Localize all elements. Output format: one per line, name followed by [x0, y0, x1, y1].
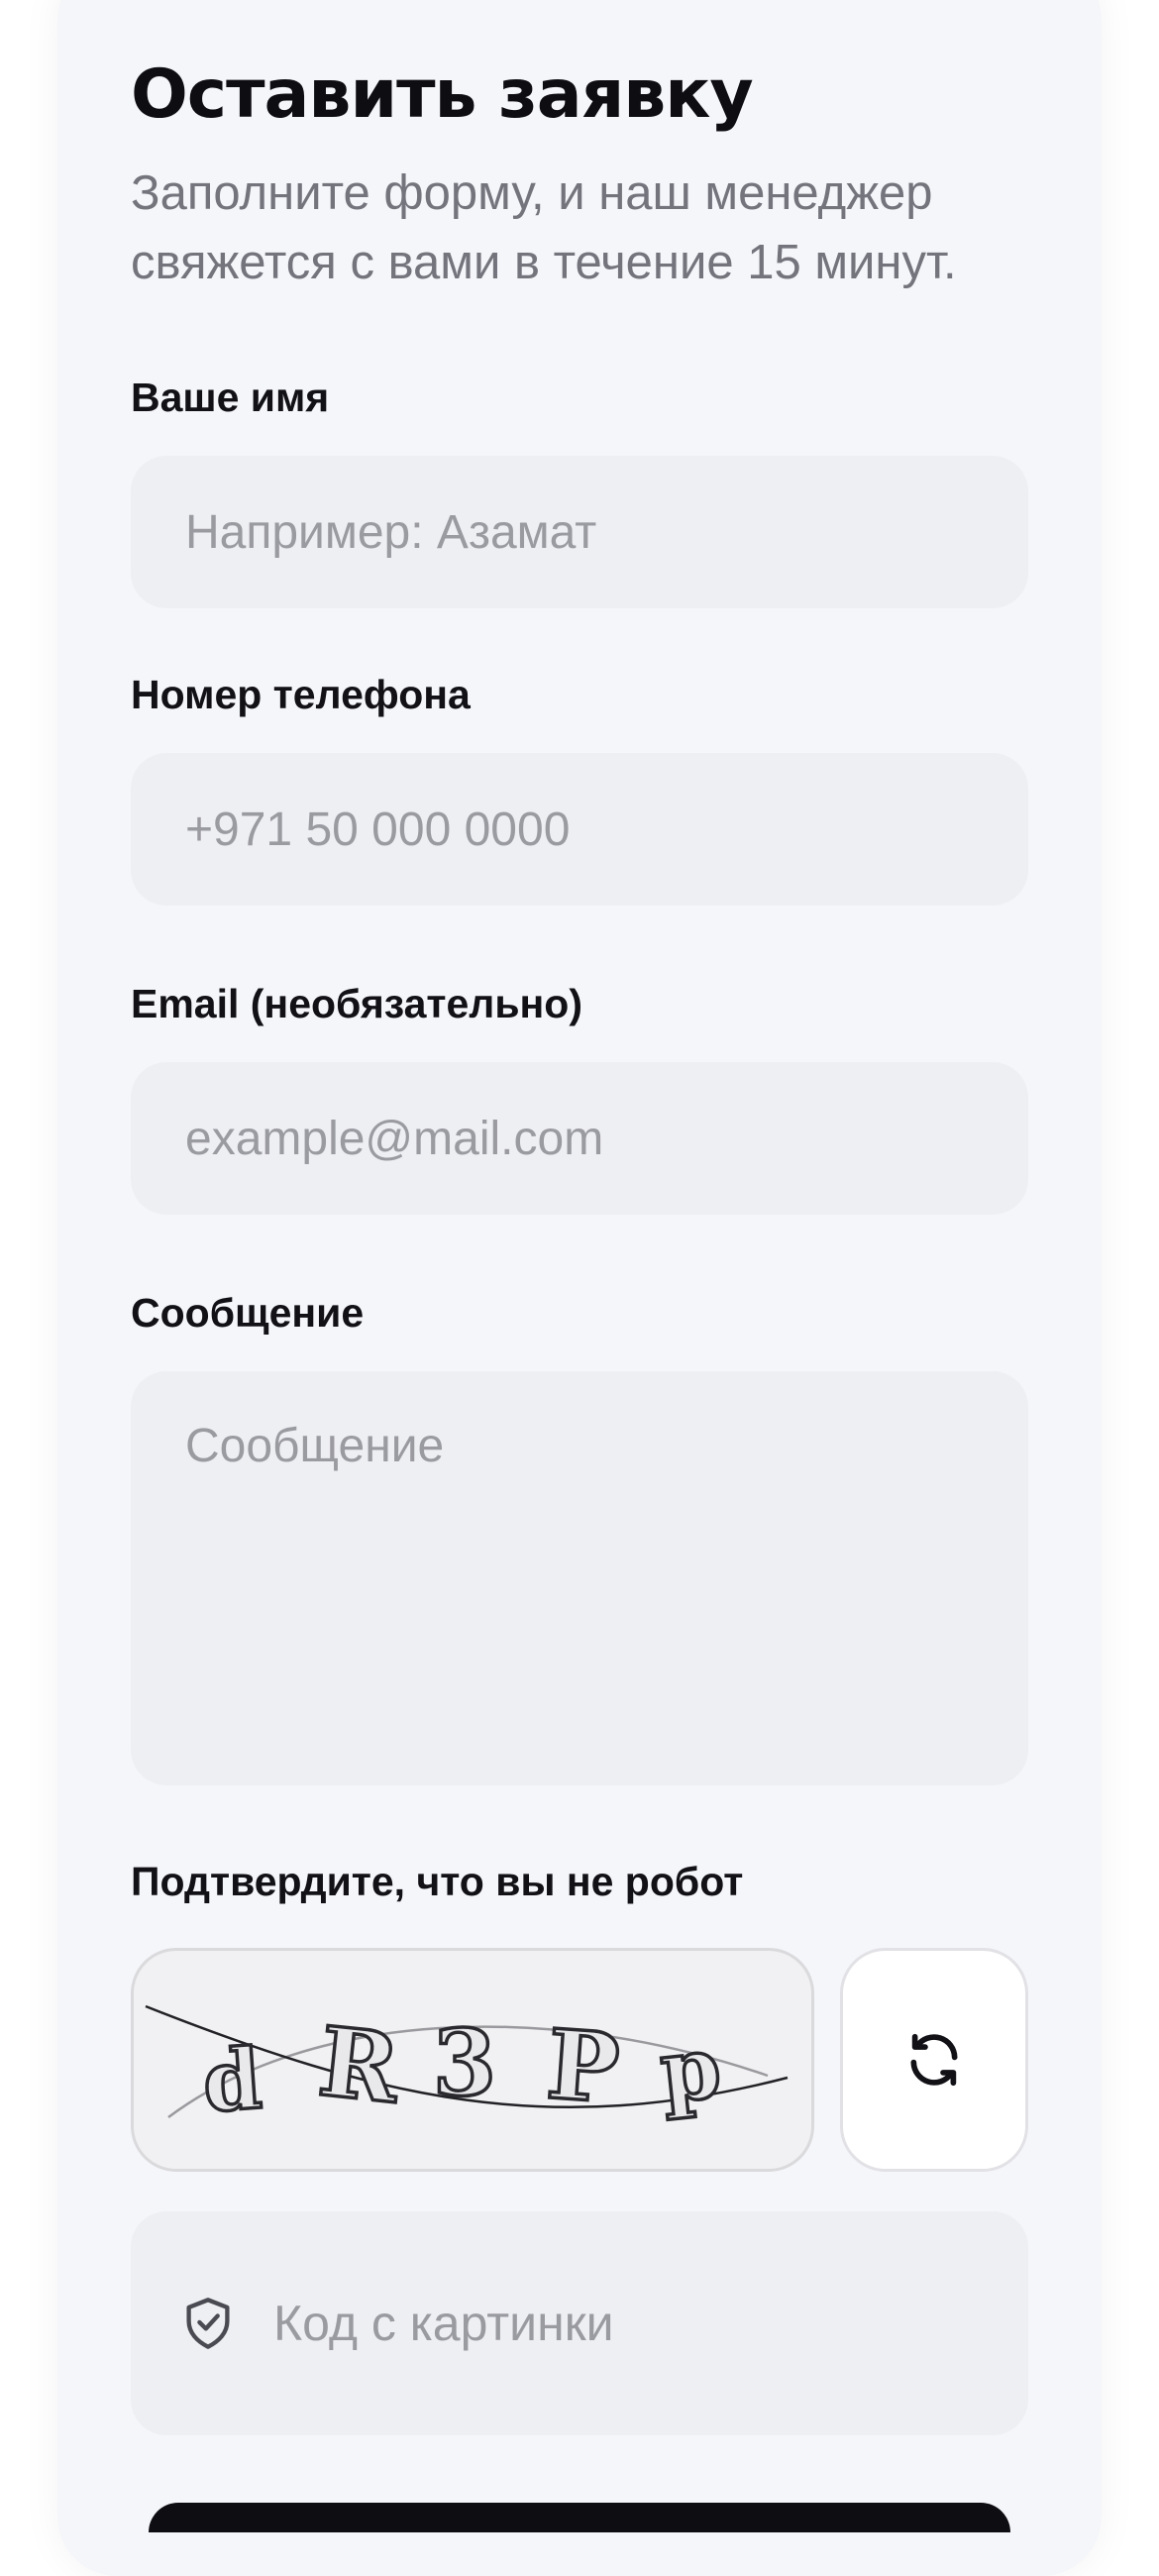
phone-placeholder: +971 50 000 0000 [185, 803, 571, 856]
form-subtitle: Заполните форму, и наш менеджер свяжется… [131, 166, 957, 289]
shield-check-icon [182, 2296, 234, 2351]
message-textarea[interactable]: Сообщение [131, 1371, 1028, 1785]
captcha-code-placeholder: Код с картинки [273, 2296, 614, 2351]
message-placeholder: Сообщение [185, 1420, 445, 1472]
name-placeholder: Например: Азамат [185, 505, 597, 559]
captcha-char: P [544, 2008, 623, 2125]
captcha-image: d R 3 P p [131, 1948, 814, 2172]
captcha-char: d [200, 2029, 264, 2131]
message-label: Сообщение [131, 1290, 365, 1336]
name-input[interactable]: Например: Азамат [131, 456, 1028, 608]
captcha-label: Подтвердите, что вы не робот [131, 1859, 744, 1904]
captcha-char: R [314, 2005, 405, 2125]
phone-input[interactable]: +971 50 000 0000 [131, 753, 1028, 906]
phone-label: Номер телефона [131, 672, 471, 717]
captcha-refresh-button[interactable] [840, 1948, 1028, 2172]
captcha-char: 3 [433, 2009, 496, 2116]
name-label: Ваше имя [131, 375, 330, 420]
form-title: Оставить заявку [131, 55, 754, 134]
refresh-icon [910, 2033, 958, 2087]
captcha-char: p [656, 2017, 725, 2123]
submit-button[interactable] [149, 2503, 1010, 2532]
email-input[interactable]: example@mail.com [131, 1062, 1028, 1215]
email-label: Email (необязательно) [131, 981, 582, 1026]
captcha-code-input[interactable]: Код с картинки [131, 2211, 1028, 2435]
email-placeholder: example@mail.com [185, 1112, 604, 1165]
